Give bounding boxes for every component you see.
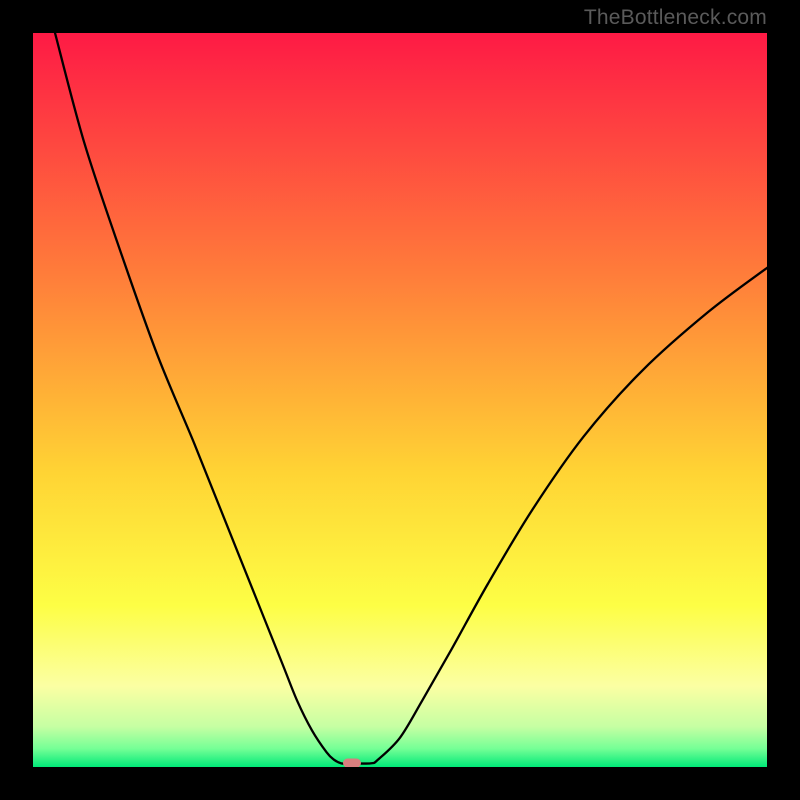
bottleneck-curve bbox=[33, 33, 767, 767]
plot-area bbox=[33, 33, 767, 767]
optimal-point-marker bbox=[343, 759, 361, 767]
watermark-text: TheBottleneck.com bbox=[584, 6, 767, 30]
